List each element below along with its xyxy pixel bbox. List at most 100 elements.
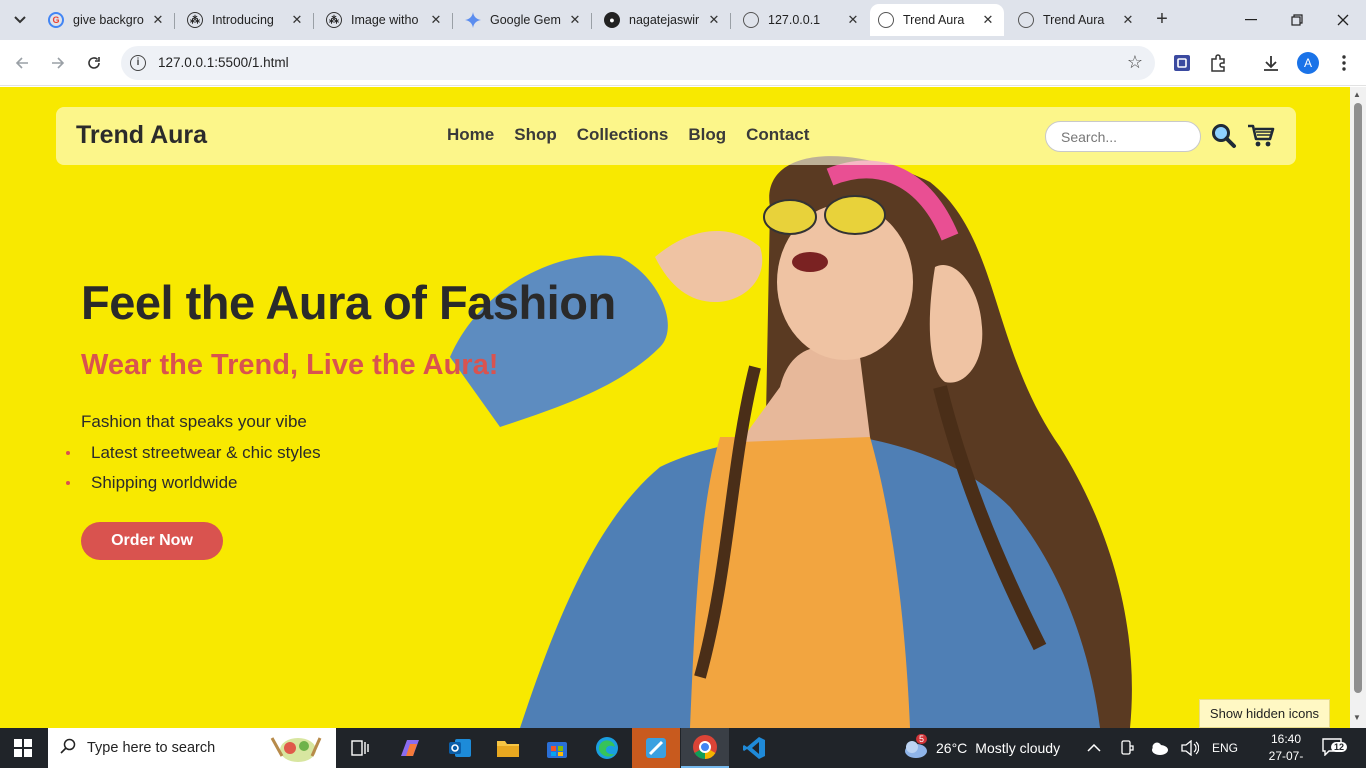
chrome-menu-button[interactable] [1332, 51, 1356, 75]
paint-icon [646, 738, 666, 758]
close-tab-icon[interactable]: ✕ [567, 12, 583, 28]
close-tab-icon[interactable]: ✕ [845, 12, 861, 28]
task-view-button[interactable] [336, 728, 384, 768]
outlook-button[interactable] [436, 728, 484, 768]
forward-button[interactable] [46, 51, 70, 75]
tab-trend-aura[interactable]: Trend Aura ✕ [1010, 4, 1144, 36]
tab-localhost[interactable]: 127.0.0.1 ✕ [735, 4, 869, 36]
restore-icon [1291, 14, 1303, 26]
back-button[interactable] [10, 51, 34, 75]
avatar: A [1297, 52, 1319, 74]
weather-widget[interactable]: 5 26°C Mostly cloudy [902, 728, 1060, 768]
file-explorer-button[interactable] [484, 728, 532, 768]
close-tab-icon[interactable]: ✕ [706, 12, 722, 28]
show-hidden-icons-button[interactable] [1087, 728, 1101, 768]
tab-search-button[interactable] [8, 8, 32, 32]
tooltip: Show hidden icons [1199, 699, 1330, 728]
onedrive-button[interactable] [1149, 728, 1169, 768]
nav-link-blog[interactable]: Blog [688, 125, 726, 145]
order-now-button[interactable]: Order Now [81, 522, 223, 560]
close-tab-icon[interactable]: ✕ [1120, 12, 1136, 28]
onedrive-cloud-icon [1152, 742, 1168, 755]
hero-title: Feel the Aura of Fashion [81, 276, 616, 329]
search-icon [60, 738, 76, 759]
restore-button[interactable] [1274, 0, 1320, 40]
forward-arrow-icon [52, 57, 65, 69]
meet-now-button[interactable] [1119, 728, 1135, 768]
hero-tagline: Fashion that speaks your vibe [81, 412, 307, 431]
nav-link-contact[interactable]: Contact [746, 125, 809, 145]
extension-button[interactable] [1170, 51, 1194, 75]
puzzle-icon [1211, 54, 1225, 72]
vscode-button[interactable] [730, 728, 778, 768]
tab-introducing[interactable]: ⁂ Introducing ✕ [179, 4, 314, 36]
google-icon: G [48, 12, 64, 28]
address-bar[interactable]: i 127.0.0.1:5500/1.html ☆ [121, 46, 1155, 80]
extension-app-icon [1174, 55, 1190, 71]
tab-image-without[interactable]: ⁂ Image witho ✕ [318, 4, 453, 36]
speaker-icon [1181, 740, 1199, 756]
copilot-button[interactable] [386, 728, 434, 768]
page-scrollbar[interactable]: ▲ ▼ [1350, 87, 1366, 728]
hero-background-image [0, 87, 1350, 728]
openai-icon: ⁂ [326, 12, 342, 28]
globe-icon [743, 12, 759, 28]
system-clock[interactable]: 16:40 27-07-2025 [1260, 731, 1312, 782]
tab-google-search[interactable]: G give backgro ✕ [40, 4, 175, 36]
search-button[interactable] [1211, 123, 1237, 149]
reload-button[interactable] [82, 51, 106, 75]
scroll-up-icon[interactable]: ▲ [1353, 90, 1361, 99]
tab-google-gemini[interactable]: Google Gem ✕ [457, 4, 592, 36]
search-input[interactable] [1045, 121, 1201, 152]
clock-time: 16:40 [1270, 732, 1302, 746]
taskbar-search-box[interactable]: Type here to search [48, 728, 336, 768]
cart-button[interactable] [1247, 123, 1275, 149]
taskbar-search-placeholder: Type here to search [87, 740, 216, 756]
volume-button[interactable] [1181, 728, 1199, 768]
copilot-icon [401, 740, 419, 756]
notification-count: 12 [1331, 742, 1348, 752]
downloads-button[interactable] [1259, 51, 1283, 75]
tab-trend-aura-active[interactable]: Trend Aura ✕ [870, 4, 1004, 36]
nav-link-home[interactable]: Home [447, 125, 494, 145]
list-item: Shipping worldwide [66, 473, 321, 503]
close-tab-icon[interactable]: ✕ [289, 12, 305, 28]
language-indicator[interactable]: ENG [1212, 728, 1238, 768]
hero-subtitle: Wear the Trend, Live the Aura! [81, 349, 499, 381]
close-icon [1337, 14, 1349, 26]
close-tab-icon[interactable]: ✕ [428, 12, 444, 28]
gemini-icon [465, 12, 481, 28]
chevron-down-icon [14, 16, 26, 24]
bookmark-star-icon[interactable]: ☆ [1127, 52, 1143, 73]
url-text: 127.0.0.1:5500/1.html [158, 55, 289, 70]
notification-center-button[interactable]: 12 [1322, 738, 1348, 758]
start-button[interactable] [14, 739, 32, 757]
nav-link-shop[interactable]: Shop [514, 125, 557, 145]
site-navbar: Trend Aura Home Shop Collections Blog Co… [56, 107, 1296, 165]
close-window-button[interactable] [1320, 0, 1366, 40]
weather-temp: 26°C [936, 740, 968, 756]
edge-icon [596, 737, 618, 759]
paint-app-button[interactable] [632, 728, 680, 768]
store-button[interactable] [533, 728, 581, 768]
nav-link-collections[interactable]: Collections [577, 125, 669, 145]
extensions-menu-button[interactable] [1206, 51, 1230, 75]
minimize-button[interactable] [1228, 0, 1274, 40]
new-tab-button[interactable]: + [1150, 8, 1174, 32]
tab-github[interactable]: ● nagatejaswir ✕ [596, 4, 731, 36]
close-tab-icon[interactable]: ✕ [980, 12, 996, 28]
brand-logo[interactable]: Trend Aura [76, 121, 207, 150]
chevron-up-icon [1087, 744, 1101, 752]
download-icon [1264, 56, 1278, 71]
scroll-down-icon[interactable]: ▼ [1353, 713, 1361, 722]
site-info-icon[interactable]: i [130, 55, 146, 71]
openai-icon: ⁂ [187, 12, 203, 28]
back-arrow-icon [15, 57, 28, 69]
cart-icon [1248, 124, 1275, 147]
chrome-button[interactable] [681, 728, 729, 768]
close-tab-icon[interactable]: ✕ [150, 12, 166, 28]
scroll-thumb[interactable] [1354, 103, 1362, 693]
edge-button[interactable] [583, 728, 631, 768]
profile-button[interactable]: A [1296, 51, 1320, 75]
globe-icon [1018, 12, 1034, 28]
